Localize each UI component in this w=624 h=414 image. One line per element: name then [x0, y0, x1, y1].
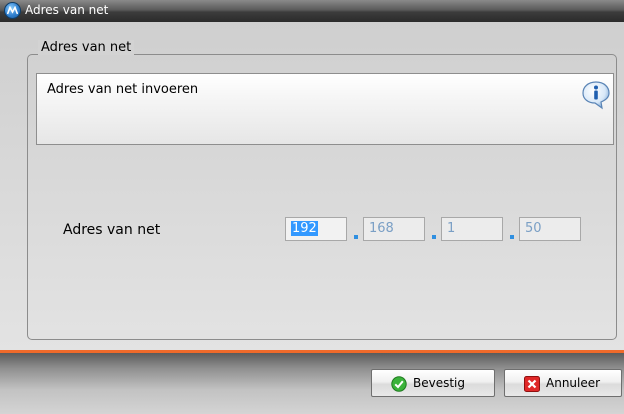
window-title: Adres van net [25, 3, 109, 17]
ip-octet-4-input[interactable]: 50 [519, 217, 581, 241]
confirm-button[interactable]: Bevestig [371, 369, 495, 397]
ip-octet-1-value: 192 [291, 221, 318, 236]
cancel-button[interactable]: Annuleer [504, 369, 622, 397]
close-icon [524, 376, 540, 395]
ip-octet-2-input[interactable]: 168 [363, 217, 425, 241]
dialog-window: Adres van net Adres van net Adres van ne… [0, 0, 624, 414]
ip-dot-separator [432, 235, 436, 239]
info-text: Adres van net invoeren [47, 82, 199, 97]
groupbox-title: Adres van net [38, 40, 135, 55]
checkmark-icon [391, 376, 407, 395]
title-bar[interactable]: Adres van net [0, 0, 624, 22]
info-panel: Adres van net invoeren [36, 73, 614, 145]
app-logo-icon [4, 2, 21, 19]
cancel-label: Annuleer [546, 376, 601, 390]
ip-dot-separator [510, 235, 514, 239]
info-icon [580, 80, 612, 114]
ip-octet-3-input[interactable]: 1 [441, 217, 503, 241]
confirm-label: Bevestig [413, 376, 466, 390]
ip-octet-1-input[interactable]: 192 [285, 217, 347, 241]
ip-dot-separator [354, 235, 358, 239]
address-label: Adres van net [63, 222, 161, 238]
